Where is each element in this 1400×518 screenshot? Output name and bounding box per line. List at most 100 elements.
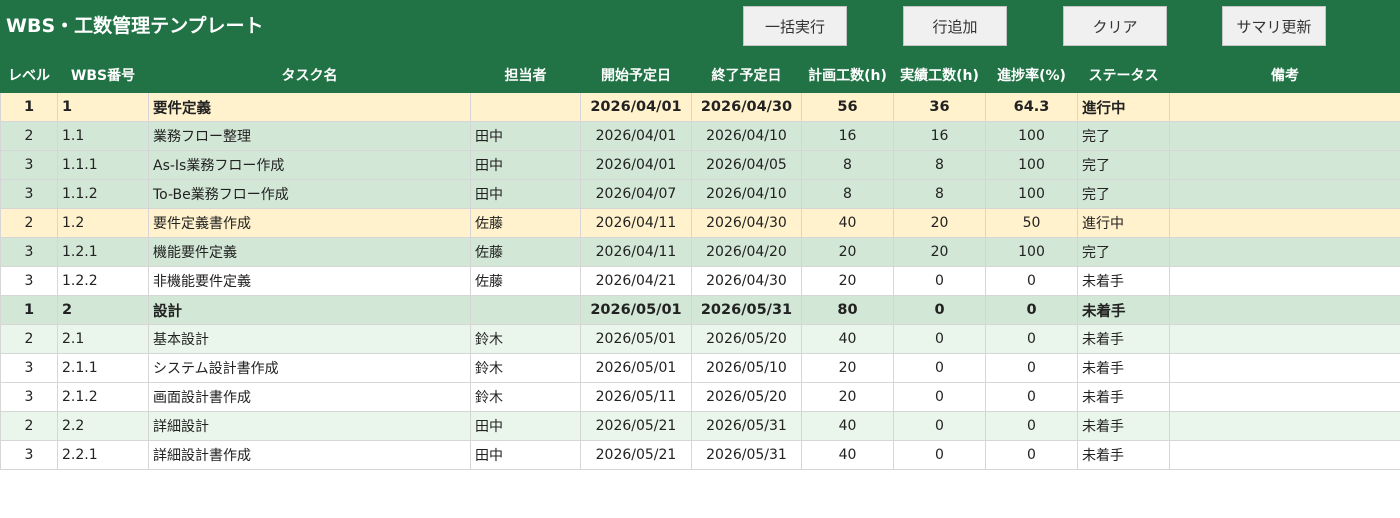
col-header-start[interactable]: 開始予定日 [580, 56, 692, 93]
cell-wbs-no[interactable]: 2.1 [57, 324, 149, 354]
cell-notes[interactable] [1169, 440, 1400, 470]
cell-status[interactable]: 未着手 [1077, 440, 1170, 470]
cell-progress[interactable]: 0 [985, 266, 1078, 296]
cell-start[interactable]: 2026/05/21 [580, 411, 692, 441]
cell-start[interactable]: 2026/04/11 [580, 208, 692, 238]
cell-end[interactable]: 2026/05/20 [691, 382, 802, 412]
cell-level[interactable]: 1 [0, 92, 58, 122]
cell-end[interactable]: 2026/05/31 [691, 440, 802, 470]
cell-planned[interactable]: 8 [801, 179, 894, 209]
cell-wbs-no[interactable]: 1.2 [57, 208, 149, 238]
cell-level[interactable]: 2 [0, 411, 58, 441]
cell-notes[interactable] [1169, 295, 1400, 325]
cell-wbs-no[interactable]: 2.1.1 [57, 353, 149, 383]
cell-wbs-no[interactable]: 1.1.1 [57, 150, 149, 180]
clear-button[interactable]: クリア [1063, 6, 1167, 46]
cell-task[interactable]: 設計 [148, 295, 471, 325]
cell-wbs-no[interactable]: 2 [57, 295, 149, 325]
cell-actual[interactable]: 20 [893, 208, 986, 238]
cell-actual[interactable]: 36 [893, 92, 986, 122]
cell-owner[interactable]: 田中 [470, 121, 581, 151]
cell-progress[interactable]: 100 [985, 179, 1078, 209]
cell-level[interactable]: 3 [0, 440, 58, 470]
cell-planned[interactable]: 40 [801, 324, 894, 354]
cell-planned[interactable]: 40 [801, 440, 894, 470]
cell-status[interactable]: 未着手 [1077, 411, 1170, 441]
cell-start[interactable]: 2026/04/21 [580, 266, 692, 296]
cell-progress[interactable]: 50 [985, 208, 1078, 238]
cell-task[interactable]: 画面設計書作成 [148, 382, 471, 412]
cell-wbs-no[interactable]: 1.2.2 [57, 266, 149, 296]
cell-start[interactable]: 2026/05/01 [580, 353, 692, 383]
cell-end[interactable]: 2026/04/30 [691, 92, 802, 122]
cell-owner[interactable]: 佐藤 [470, 208, 581, 238]
cell-level[interactable]: 2 [0, 324, 58, 354]
cell-actual[interactable]: 0 [893, 411, 986, 441]
cell-notes[interactable] [1169, 179, 1400, 209]
cell-progress[interactable]: 100 [985, 237, 1078, 267]
cell-notes[interactable] [1169, 208, 1400, 238]
cell-planned[interactable]: 20 [801, 382, 894, 412]
cell-start[interactable]: 2026/05/01 [580, 295, 692, 325]
cell-level[interactable]: 2 [0, 208, 58, 238]
cell-planned[interactable]: 40 [801, 411, 894, 441]
cell-end[interactable]: 2026/05/31 [691, 411, 802, 441]
cell-start[interactable]: 2026/04/07 [580, 179, 692, 209]
cell-planned[interactable]: 20 [801, 266, 894, 296]
cell-end[interactable]: 2026/05/20 [691, 324, 802, 354]
col-header-owner[interactable]: 担当者 [470, 56, 581, 93]
cell-notes[interactable] [1169, 92, 1400, 122]
cell-owner[interactable]: 田中 [470, 150, 581, 180]
cell-owner[interactable]: 田中 [470, 440, 581, 470]
cell-owner[interactable]: 鈴木 [470, 382, 581, 412]
cell-notes[interactable] [1169, 266, 1400, 296]
cell-level[interactable]: 3 [0, 382, 58, 412]
cell-end[interactable]: 2026/04/30 [691, 208, 802, 238]
add-row-button[interactable]: 行追加 [903, 6, 1007, 46]
cell-notes[interactable] [1169, 324, 1400, 354]
col-header-task[interactable]: タスク名 [148, 56, 471, 93]
cell-status[interactable]: 未着手 [1077, 266, 1170, 296]
col-header-notes[interactable]: 備考 [1169, 56, 1400, 93]
cell-progress[interactable]: 0 [985, 440, 1078, 470]
cell-status[interactable]: 進行中 [1077, 92, 1170, 122]
cell-level[interactable]: 3 [0, 237, 58, 267]
cell-status[interactable]: 未着手 [1077, 324, 1170, 354]
cell-actual[interactable]: 0 [893, 266, 986, 296]
cell-level[interactable]: 3 [0, 179, 58, 209]
cell-start[interactable]: 2026/04/11 [580, 237, 692, 267]
cell-task[interactable]: 詳細設計書作成 [148, 440, 471, 470]
cell-end[interactable]: 2026/04/10 [691, 179, 802, 209]
cell-notes[interactable] [1169, 121, 1400, 151]
cell-progress[interactable]: 64.3 [985, 92, 1078, 122]
cell-wbs-no[interactable]: 2.2.1 [57, 440, 149, 470]
cell-actual[interactable]: 16 [893, 121, 986, 151]
cell-level[interactable]: 3 [0, 266, 58, 296]
cell-start[interactable]: 2026/05/21 [580, 440, 692, 470]
cell-progress[interactable]: 100 [985, 150, 1078, 180]
cell-actual[interactable]: 0 [893, 382, 986, 412]
cell-end[interactable]: 2026/04/05 [691, 150, 802, 180]
cell-status[interactable]: 未着手 [1077, 295, 1170, 325]
cell-wbs-no[interactable]: 2.1.2 [57, 382, 149, 412]
cell-notes[interactable] [1169, 353, 1400, 383]
bulk-run-button[interactable]: 一括実行 [743, 6, 847, 46]
cell-start[interactable]: 2026/04/01 [580, 150, 692, 180]
cell-planned[interactable]: 80 [801, 295, 894, 325]
col-header-planned[interactable]: 計画工数(h) [801, 56, 894, 93]
cell-planned[interactable]: 56 [801, 92, 894, 122]
col-header-wbs-no[interactable]: WBS番号 [57, 56, 149, 93]
cell-status[interactable]: 未着手 [1077, 353, 1170, 383]
col-header-end[interactable]: 終了予定日 [691, 56, 802, 93]
cell-planned[interactable]: 20 [801, 237, 894, 267]
cell-planned[interactable]: 40 [801, 208, 894, 238]
cell-wbs-no[interactable]: 1.1.2 [57, 179, 149, 209]
cell-status[interactable]: 未着手 [1077, 382, 1170, 412]
cell-task[interactable]: 要件定義書作成 [148, 208, 471, 238]
cell-owner[interactable] [470, 295, 581, 325]
cell-task[interactable]: 非機能要件定義 [148, 266, 471, 296]
col-header-status[interactable]: ステータス [1077, 56, 1170, 93]
cell-task[interactable]: 業務フロー整理 [148, 121, 471, 151]
cell-actual[interactable]: 0 [893, 295, 986, 325]
cell-start[interactable]: 2026/05/01 [580, 324, 692, 354]
